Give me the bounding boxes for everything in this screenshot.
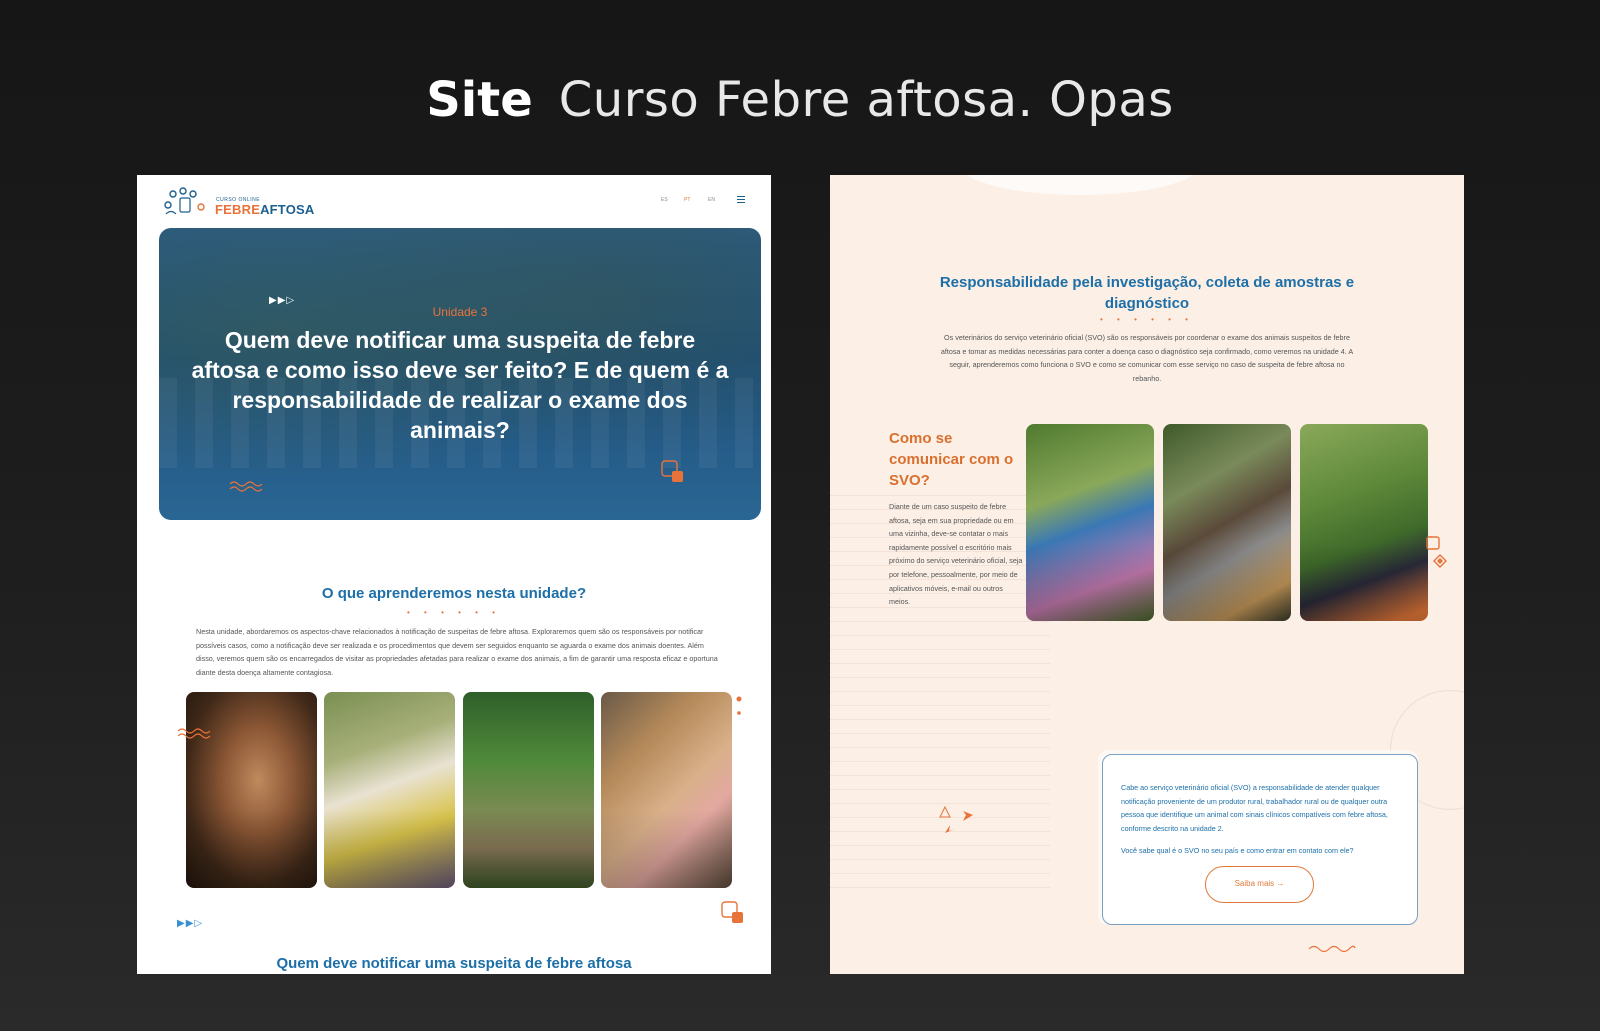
- lang-en[interactable]: EN: [708, 197, 715, 203]
- callout-question: Você sabe qual é o SVO no seu país e com…: [1121, 846, 1354, 855]
- photo-children-lamb: [324, 692, 455, 888]
- learn-more-button[interactable]: Saiba mais →: [1205, 866, 1314, 903]
- showcase-headline: Site Curso Febre aftosa. Opas: [0, 70, 1600, 130]
- hero-title: Quem deve notificar uma suspeita de febr…: [191, 327, 729, 443]
- wave-icon: [229, 481, 263, 492]
- photo-woman-phone: [1026, 424, 1154, 621]
- title-dots: • • • • • •: [1100, 315, 1194, 324]
- logo-word-a: FEBRE: [215, 202, 261, 217]
- section-title: O que aprenderemos nesta unidade?: [321, 585, 587, 602]
- logo-wordmark: FEBREAFTOSA: [215, 202, 314, 217]
- responsibility-title: Responsabilidade pela investigação, cole…: [939, 274, 1355, 312]
- contact-text: Diante de um caso suspeito de febre afto…: [889, 502, 1023, 607]
- contact-subtitle: Como se comunicar com o SVO?: [889, 430, 1014, 489]
- headline-bold: Site: [426, 72, 533, 128]
- responsibility-text: Os veterinários do serviço veterinário o…: [940, 333, 1354, 383]
- cattle-icon: [164, 187, 205, 215]
- unit-label: Unidade 3: [432, 305, 488, 319]
- svo-callout: Cabe ao serviço veterinário oficial (SVO…: [1102, 754, 1418, 925]
- section2-title: Quem deve notificar uma suspeita de febr…: [276, 955, 632, 972]
- lang-es[interactable]: ES: [661, 197, 668, 203]
- callout-text: Cabe ao serviço veterinário oficial (SVO…: [1121, 783, 1388, 833]
- photo-farmers-phone: [1163, 424, 1291, 621]
- top-navbar: CURSO ONLINE FEBREAFTOSA ES PT EN: [137, 175, 771, 227]
- hamburger-menu-icon[interactable]: [737, 196, 745, 203]
- wave-icon: [1308, 945, 1356, 953]
- lang-pt[interactable]: PT: [684, 197, 690, 203]
- squares-icon: [1426, 536, 1447, 568]
- play-arrows-icon: ▶▶▷: [177, 918, 204, 929]
- wave-icon: [177, 728, 211, 739]
- left-screenshot: CURSO ONLINE FEBREAFTOSA ES PT EN ▶▶▷ Un…: [137, 175, 771, 974]
- photo-farmer: [186, 692, 317, 888]
- site-logo[interactable]: CURSO ONLINE FEBREAFTOSA: [163, 187, 314, 219]
- headline-light: Curso Febre aftosa. Opas: [558, 72, 1174, 128]
- photo-pig-farm: [601, 692, 732, 888]
- decorative-arc: [960, 175, 1200, 195]
- hero-banner: ▶▶▷ Unidade 3 Quem deve notificar uma su…: [159, 228, 761, 520]
- arrows-icon: [939, 805, 973, 833]
- logo-word-b: AFTOSA: [260, 202, 315, 217]
- squares-icon: [721, 901, 743, 923]
- section-dots: • • • • • •: [407, 608, 501, 617]
- right-screenshot: Responsabilidade pela investigação, cole…: [830, 175, 1464, 974]
- photo-laptop-field: [1300, 424, 1428, 621]
- dots-icon: [736, 696, 742, 715]
- photo-rider-cattle: [463, 692, 594, 888]
- section-text: Nesta unidade, abordaremos os aspectos-c…: [196, 627, 718, 677]
- squares-icon: [661, 460, 683, 482]
